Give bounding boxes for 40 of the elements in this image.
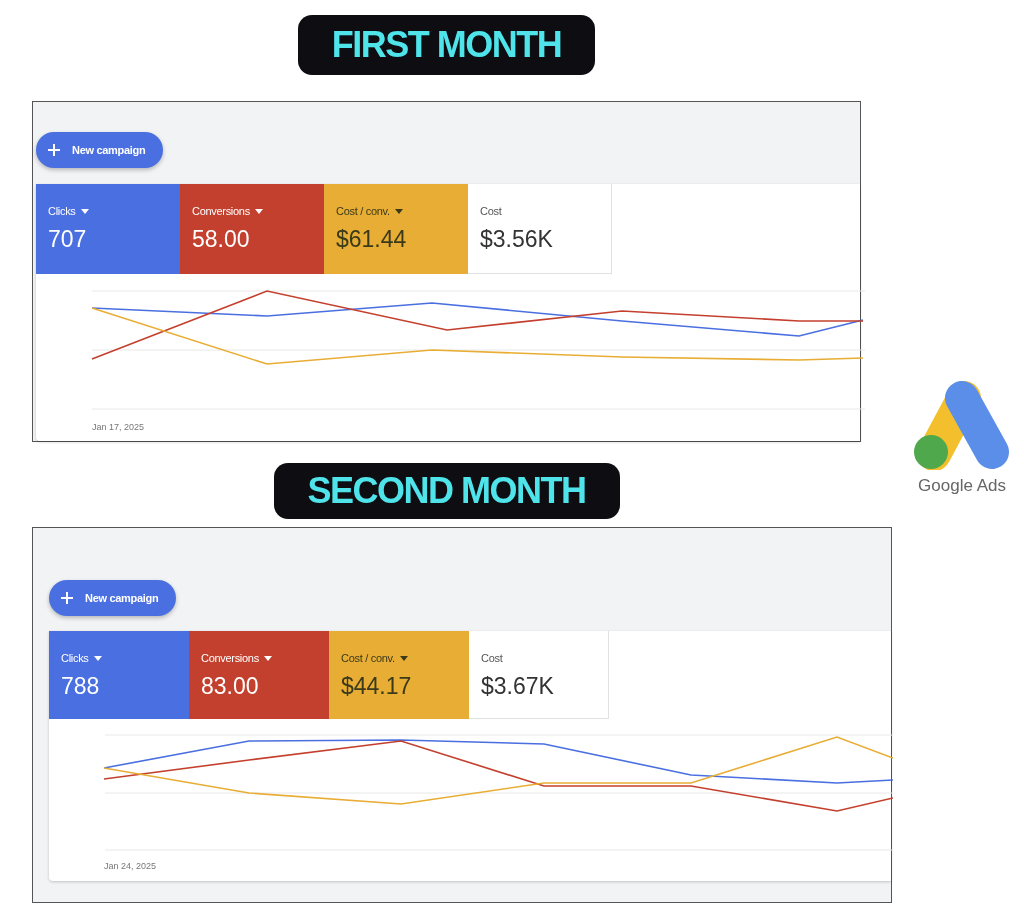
- metric-value: $3.56K: [480, 226, 554, 253]
- metric-label: Clicks: [48, 205, 76, 217]
- metric-label: Cost / conv.: [336, 205, 390, 217]
- new-campaign-button[interactable]: New campaign: [36, 132, 164, 168]
- metric-card[interactable]: Cost $3.56K: [468, 184, 612, 274]
- dropdown-caret-icon[interactable]: [263, 655, 272, 661]
- metric-value: 707: [48, 226, 88, 253]
- metric-value: 58.00: [192, 226, 251, 253]
- plus-icon: [48, 144, 60, 156]
- dropdown-caret-icon[interactable]: [399, 655, 408, 661]
- metric-label: Cost / conv.: [341, 652, 395, 664]
- dropdown-caret-icon[interactable]: [254, 208, 263, 214]
- metric-label: Cost: [480, 205, 502, 217]
- plus-icon: [61, 592, 73, 604]
- logo-icon: [912, 380, 1012, 470]
- axis-date-label: Jan 24, 2025: [104, 861, 157, 871]
- metric-label: Conversions: [201, 652, 259, 664]
- section-title: SECOND MONTH: [273, 463, 620, 519]
- new-campaign-button[interactable]: New campaign: [49, 580, 177, 616]
- metric-card[interactable]: Conversions 58.00: [180, 184, 324, 274]
- metric-value: $3.67K: [481, 673, 555, 700]
- axis-date-label: Jan 17, 2025: [92, 422, 145, 432]
- dropdown-caret-icon[interactable]: [80, 208, 89, 214]
- metric-label: Clicks: [61, 652, 89, 664]
- dropdown-caret-icon[interactable]: [394, 208, 403, 214]
- dropdown-caret-icon[interactable]: [93, 655, 102, 661]
- metric-card[interactable]: Clicks 788: [49, 631, 189, 719]
- metric-card[interactable]: Cost / conv. $44.17: [329, 631, 469, 719]
- metric-value: 83.00: [201, 673, 260, 700]
- logo-text: Google Ads: [918, 476, 1006, 496]
- metric-card[interactable]: Cost $3.67K: [469, 631, 609, 719]
- metric-label: Cost: [481, 652, 503, 664]
- metric-card[interactable]: Conversions 83.00: [189, 631, 329, 719]
- metric-card[interactable]: Clicks 707: [36, 184, 180, 274]
- metric-value: $44.17: [341, 673, 413, 700]
- metric-card[interactable]: Cost / conv. $61.44: [324, 184, 468, 274]
- section-title: FIRST MONTH: [297, 15, 596, 75]
- metric-value: $61.44: [336, 226, 408, 253]
- metric-label: Conversions: [192, 205, 250, 217]
- metric-value: 788: [61, 673, 101, 700]
